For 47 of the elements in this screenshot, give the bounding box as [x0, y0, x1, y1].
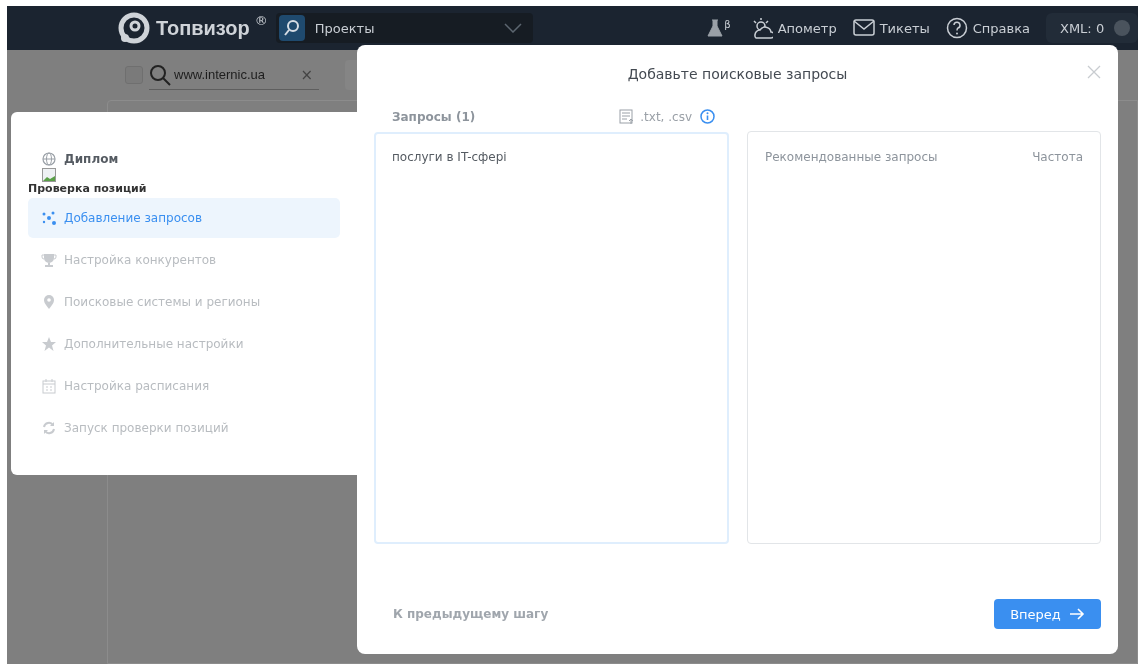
clear-button[interactable]: ×: [300, 65, 319, 84]
dialog-title: Добавьте поисковые запросы: [627, 65, 848, 82]
chevron-down-icon: [503, 23, 522, 33]
network-icon: [41, 210, 57, 226]
column-header: Рекомендованные запросы: [765, 150, 938, 164]
nav-link[interactable]: Апометр: [750, 17, 837, 39]
help-icon: [945, 17, 968, 39]
project-name[interactable]: Диплом: [64, 152, 119, 166]
step-item[interactable]: Дополнительные настройки: [28, 324, 340, 364]
info-icon[interactable]: [700, 109, 715, 124]
globe-icon: [42, 152, 56, 166]
flask-icon: [707, 19, 724, 37]
xml-balance: XML: 0: [1060, 20, 1105, 36]
step-item[interactable]: Настройка конкурентов: [28, 240, 340, 280]
step-item[interactable]: Настройка расписания: [28, 366, 340, 406]
step-item[interactable]: Запуск проверки позиций: [28, 408, 340, 448]
step-item[interactable]: Добавление запросов: [28, 198, 340, 238]
trophy-icon: [41, 252, 57, 268]
section-title: Проверка позиций: [28, 182, 148, 195]
queries-input[interactable]: послуги в IT-сфері: [374, 132, 729, 544]
envelope-icon: [852, 17, 875, 39]
refresh-icon: [41, 420, 57, 436]
star-icon: [41, 336, 57, 352]
column-header: Частота: [1032, 150, 1083, 164]
close-icon[interactable]: [1087, 65, 1101, 79]
beta-label: β: [724, 19, 731, 30]
file-upload-icon: [619, 108, 636, 125]
cloud-sun-icon: [750, 17, 773, 39]
logo-icon: [117, 11, 151, 45]
logo-text: Топвизор: [156, 16, 250, 40]
next-button[interactable]: Вперед: [994, 599, 1101, 629]
broken-image-icon: [42, 168, 56, 182]
nav-link[interactable]: Справка: [945, 17, 1030, 39]
calendar-icon: [41, 378, 57, 394]
registered-mark: ®: [254, 13, 268, 28]
lab-button[interactable]: β: [707, 19, 731, 37]
search-icon: [149, 63, 171, 86]
arrow-right-icon: [1068, 608, 1085, 620]
nav-link[interactable]: Тикеты: [852, 17, 930, 39]
step-item[interactable]: Поисковые системы и регионы: [28, 282, 340, 322]
search-field[interactable]: www.internic.ua ×: [149, 60, 319, 90]
project-select[interactable]: Проекты: [275, 13, 533, 43]
queries-label: Запросы (1): [392, 109, 476, 124]
map-pin-icon: [41, 294, 57, 310]
import-link[interactable]: .txt, .csv: [619, 108, 692, 125]
back-link[interactable]: К предыдущему шагу: [393, 607, 549, 621]
search-icon: [278, 15, 305, 41]
